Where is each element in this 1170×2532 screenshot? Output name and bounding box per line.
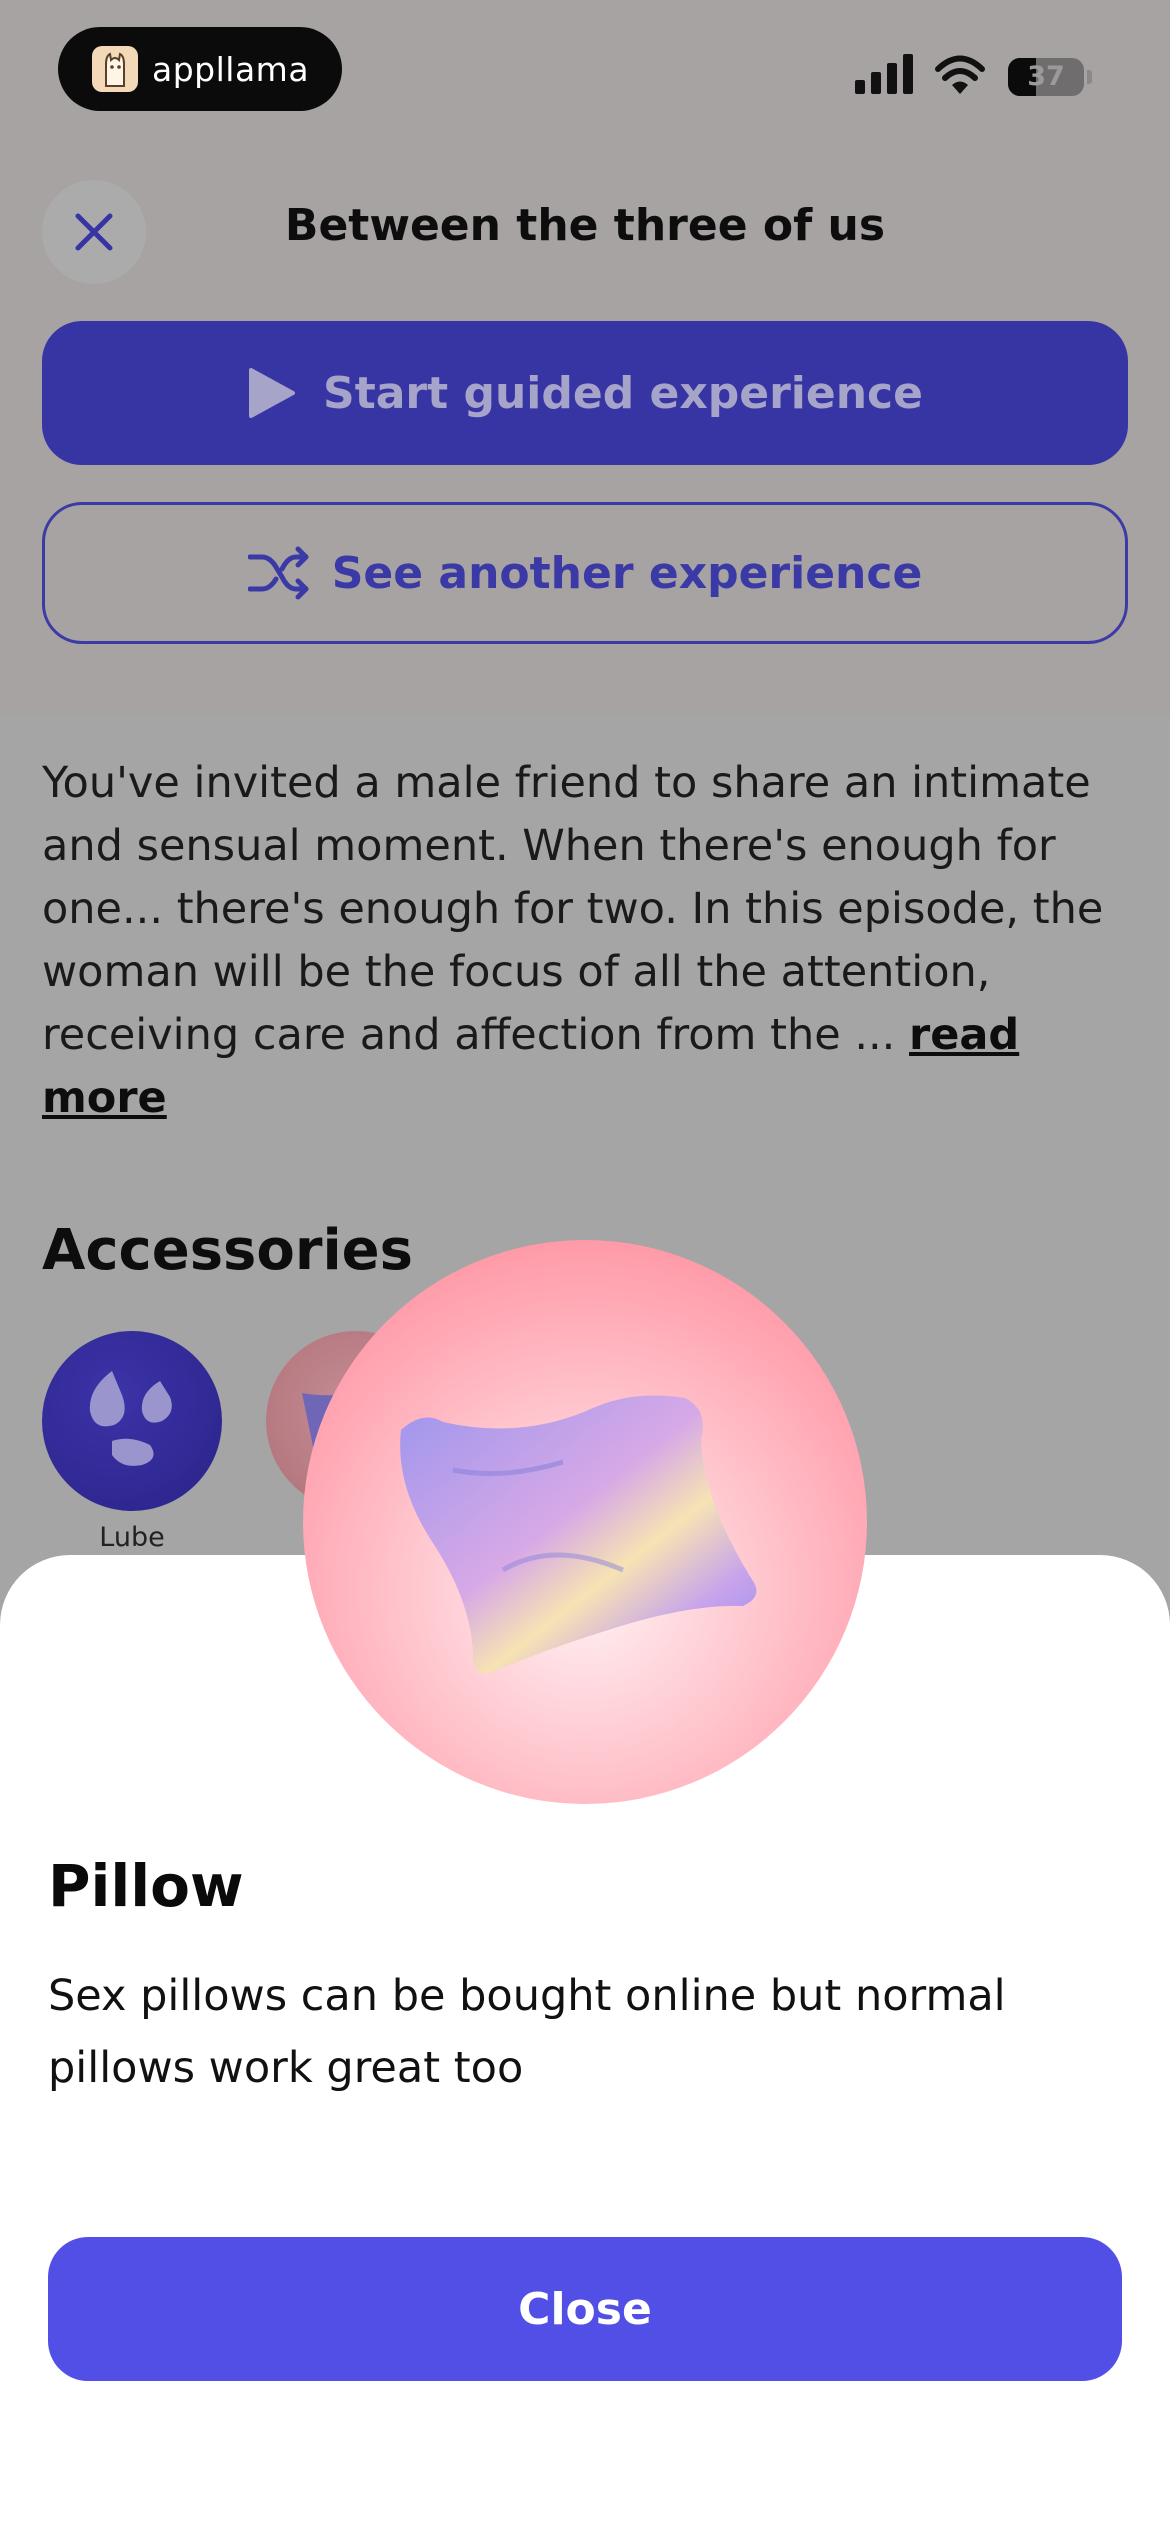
accessory-lube-label: Lube bbox=[99, 1522, 165, 1553]
accessory-lube[interactable] bbox=[42, 1331, 222, 1511]
accessory-title: Pillow bbox=[48, 1852, 244, 1920]
cellular-signal-icon bbox=[855, 54, 913, 94]
lube-drops-icon bbox=[89, 1371, 172, 1466]
pillow-hero-image bbox=[303, 1240, 867, 1804]
close-experience-button[interactable] bbox=[42, 180, 146, 284]
pillow-illustration-icon bbox=[400, 1395, 757, 1674]
close-icon bbox=[75, 213, 113, 251]
close-button[interactable]: Close bbox=[48, 2237, 1122, 2381]
battery-level: 37 bbox=[1027, 61, 1065, 92]
page-title: Between the three of us bbox=[284, 200, 886, 251]
accessory-description: Sex pillows can be bought online but nor… bbox=[48, 1971, 1006, 2093]
start-guided-experience-label: Start guided experience bbox=[323, 367, 923, 419]
start-guided-experience-button[interactable]: Start guided experience bbox=[42, 321, 1128, 465]
close-button-label: Close bbox=[518, 2283, 652, 2335]
see-another-experience-label: See another experience bbox=[331, 547, 923, 599]
app-status-pill: appllama bbox=[58, 27, 342, 111]
play-icon bbox=[249, 368, 296, 418]
shuffle-icon bbox=[247, 546, 309, 600]
app-brand-label: appllama bbox=[152, 49, 310, 89]
wifi-icon bbox=[935, 55, 985, 94]
llama-logo-icon bbox=[92, 46, 138, 92]
experience-description: You've invited a male friend to share an… bbox=[42, 752, 1142, 1130]
battery-indicator: 37 bbox=[1008, 58, 1092, 96]
accessories-heading: Accessories bbox=[42, 1218, 413, 1283]
see-another-experience-button[interactable]: See another experience bbox=[42, 502, 1128, 644]
